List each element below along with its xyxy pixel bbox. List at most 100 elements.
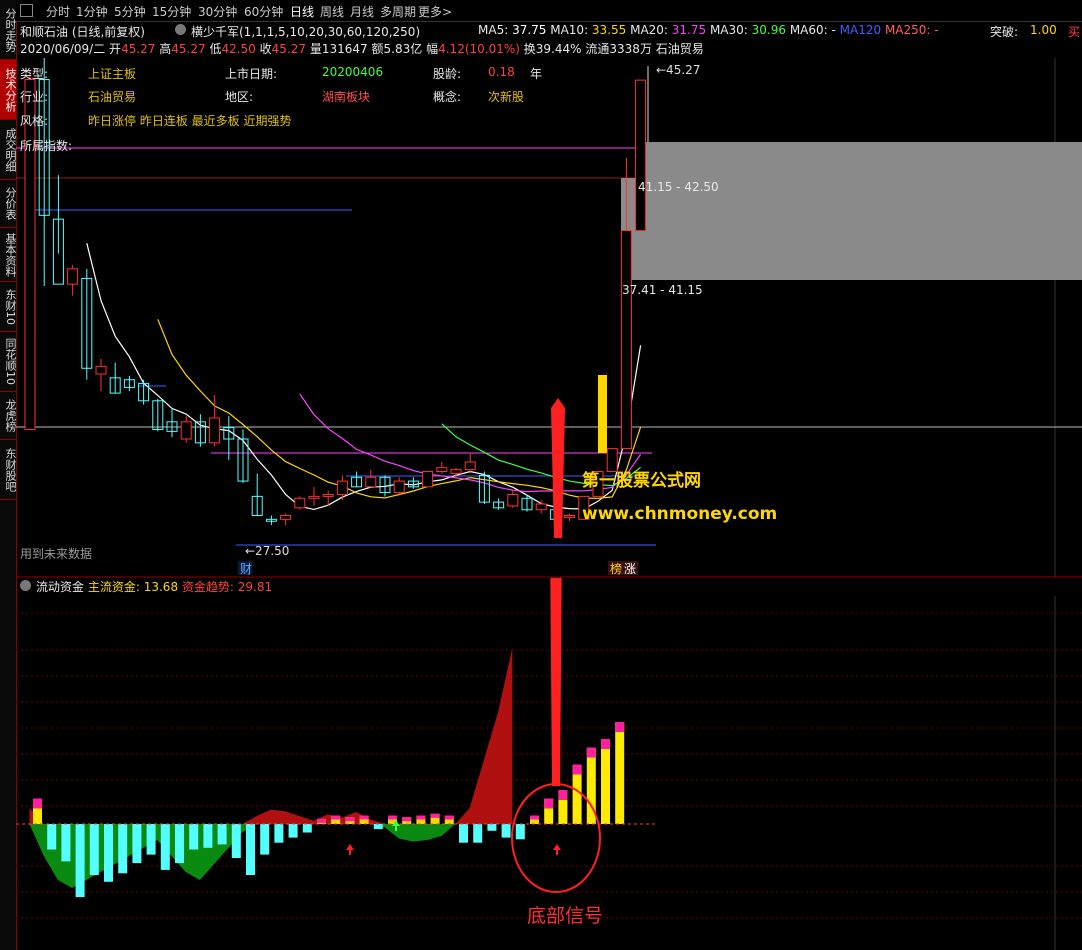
type-value: 上证主板: [88, 67, 137, 81]
period-tab-5[interactable]: 60分钟: [244, 3, 283, 20]
period-tab-0[interactable]: 分时: [46, 3, 70, 20]
flow-bar-negative: [274, 824, 284, 843]
type-label: 类型:: [20, 67, 49, 81]
industry-value: 石油贸易: [88, 90, 137, 104]
breakout-value: 1.00: [1030, 23, 1057, 37]
flow-bar-cap: [444, 815, 454, 820]
flow-bar-positive: [601, 739, 610, 824]
ma-value-4: -: [827, 23, 840, 37]
chg-value: 4.12(10.01%): [438, 42, 520, 56]
candle-body-up: [606, 448, 618, 473]
flow-bar-negative: [189, 824, 199, 850]
period-tab-1[interactable]: 1分钟: [76, 3, 108, 20]
signal-arrow: [551, 398, 565, 538]
period-tab-4[interactable]: 30分钟: [198, 3, 237, 20]
flow-bar-negative: [288, 824, 298, 838]
flow-bar-cap: [388, 815, 397, 820]
bottom-signal-circle: [511, 783, 601, 893]
sidebar-tab-7[interactable]: 龙虎榜: [0, 392, 17, 440]
buy-label: 买: [1068, 25, 1081, 39]
period-tab-2[interactable]: 5分钟: [114, 3, 146, 20]
indicator-dropdown-icon[interactable]: [175, 24, 186, 35]
region-value: 湖南板块: [322, 90, 371, 104]
period-tab-8[interactable]: 月线: [350, 3, 374, 20]
indicator-name[interactable]: 横少千军(1,1,1,5,10,20,30,60,120,250): [191, 23, 420, 40]
trend-area-negative: [29, 824, 513, 888]
chg-label: 幅: [426, 42, 439, 56]
flow-bar-negative: [473, 824, 483, 843]
flow-bar-negative: [260, 824, 270, 855]
candle-body-up: [322, 493, 334, 497]
flow-bar-cap: [544, 798, 554, 809]
bottom-signal-label: 底部信号: [527, 905, 603, 927]
period-toolbar: 分时 1分钟 5分钟 15分钟 30分钟 60分钟 日线 周线 月线 多周期 更多>: [16, 0, 1082, 22]
flow-bar-cap: [331, 815, 341, 820]
flow-bar-cap: [530, 815, 539, 820]
close-value: 45.27: [271, 42, 307, 56]
candle-body-up: [365, 476, 377, 488]
low-value: 42.50: [221, 42, 256, 56]
index-label: 所属指数:: [20, 139, 73, 153]
flow-bar-cap: [601, 739, 610, 749]
range-mid-label: 37.41 - 41.15: [622, 283, 703, 297]
flow-bar-negative: [302, 824, 312, 833]
sidebar-tab-8[interactable]: 东财股吧: [0, 440, 17, 500]
concept-value: 次新股: [488, 90, 525, 104]
ma-label-6: MA250:: [884, 23, 931, 37]
sidebar-tab-1[interactable]: 技术分析: [0, 60, 17, 120]
flow-bar-cap: [558, 790, 568, 800]
price-chart[interactable]: ←45.27 ←27.50 41.15 - 42.50 37.41 - 41.15 用到…: [16, 58, 1082, 578]
age-unit: 年: [530, 67, 543, 81]
period-tab-3[interactable]: 15分钟: [152, 3, 191, 20]
candle-body-up: [450, 469, 462, 474]
candle-body-up: [635, 79, 647, 232]
float-label: 流通: [585, 42, 610, 56]
ma-label-1: MA10:: [550, 23, 589, 37]
ma-value-2: 31.75: [667, 23, 710, 37]
range-high-label: 41.15 - 42.50: [638, 180, 719, 194]
candle-body-up: [436, 467, 448, 473]
period-tab-10[interactable]: 更多>: [418, 3, 452, 20]
toolbar-toggle-icon[interactable]: [20, 4, 33, 17]
candle-body-up: [209, 417, 221, 444]
low-label: 低: [209, 42, 222, 56]
cai-badge: 财: [240, 562, 252, 576]
period-tab-6[interactable]: 日线: [290, 3, 314, 20]
ma-label-3: MA30:: [709, 23, 748, 37]
up-arrow-icon: [346, 844, 354, 855]
sidebar-tab-6[interactable]: 同花顺10: [0, 332, 17, 392]
quote-date: 2020/06/09/二: [20, 42, 106, 56]
flow-chart[interactable]: 底部信号: [16, 578, 1082, 950]
flow-bar-negative: [61, 824, 71, 862]
candle-body-up: [507, 493, 519, 507]
flow-bar-negative: [246, 824, 255, 875]
bang-badge: 榜: [610, 561, 622, 576]
watermark-url: www.chnmoney.com: [582, 504, 777, 524]
flow-bar-negative: [104, 824, 113, 882]
period-tab-7[interactable]: 周线: [320, 3, 344, 20]
sidebar-tab-2[interactable]: 成交明细: [0, 120, 17, 180]
sidebar-tab-4[interactable]: 基本资料: [0, 228, 17, 282]
gray-zone-top: [636, 142, 1082, 178]
sidebar-tab-3[interactable]: 分价表: [0, 180, 17, 228]
flow-bar-cap: [317, 818, 326, 823]
candle-body-up: [24, 79, 36, 430]
flow-bar-negative: [132, 824, 142, 864]
vol-label: 量: [309, 42, 322, 56]
open-value: 45.27: [121, 42, 156, 56]
ma-label-0: MA5:: [478, 23, 509, 37]
stock-title: 和顺石油 (日线,前复权): [20, 25, 145, 39]
sidebar-tab-5[interactable]: 东财10: [0, 282, 17, 332]
sector-value: 石油贸易: [655, 42, 704, 56]
candle-body-up: [336, 480, 348, 495]
flow-bar-cap: [572, 764, 582, 775]
sidebar-tab-0[interactable]: 分时走势: [0, 0, 17, 60]
period-tab-9[interactable]: 多周期: [380, 3, 416, 20]
high-value: 45.27: [171, 42, 206, 56]
age-value: 0.18: [488, 65, 515, 79]
turnover-label: 换: [523, 42, 536, 56]
flow-bar-cap: [359, 815, 369, 820]
candle-body-up: [535, 503, 547, 511]
flow-bar-cap: [345, 817, 355, 822]
flow-bar-negative: [89, 824, 99, 875]
